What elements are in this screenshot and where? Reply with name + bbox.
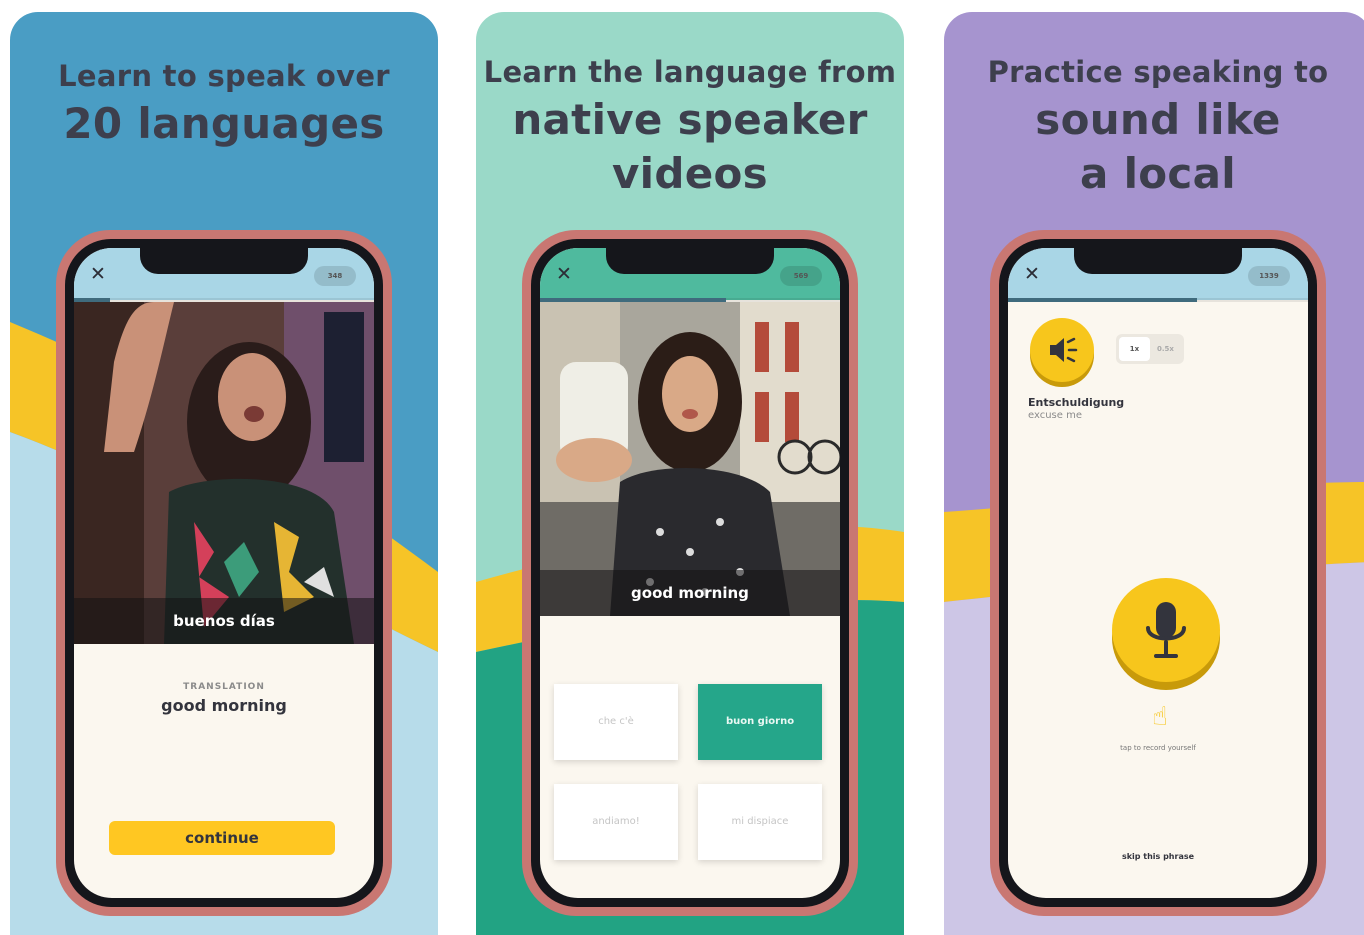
progress-fill [1008, 298, 1197, 302]
phone-notch [606, 248, 774, 274]
speaker-video-illustration [74, 302, 374, 644]
headline-line-3: a local [1080, 149, 1236, 198]
phone-frame: ✕ 348 buenos días TRANSLATION good morni… [56, 230, 392, 916]
playback-speed-toggle: 1x 0.5x [1116, 334, 1184, 364]
headline-line-1: Learn the language from [483, 55, 897, 89]
translation-block: TRANSLATION good morning [74, 682, 374, 715]
phrase-translation: excuse me [1028, 410, 1082, 421]
speed-slow-option[interactable]: 0.5x [1150, 337, 1181, 361]
answer-option-selected[interactable]: buon giorno [698, 684, 822, 760]
score-badge: 1339 [1248, 266, 1290, 286]
answer-option[interactable]: andiamo! [554, 784, 678, 860]
phone-screen: ✕ 348 buenos días TRANSLATION good morni… [74, 248, 374, 898]
score-badge: 348 [314, 266, 356, 286]
video-caption: good morning [540, 570, 840, 616]
phone-frame: ✕ 1339 1x 0.5x Entschuldigung excuse me [990, 230, 1326, 916]
progress-fill [540, 298, 726, 302]
speaker-icon [1050, 337, 1078, 363]
answer-option[interactable]: mi dispiace [698, 784, 822, 860]
headline-line-1: Learn to speak over [58, 59, 390, 93]
target-phrase: Entschuldigung [1028, 396, 1125, 409]
close-icon[interactable]: ✕ [556, 263, 572, 285]
lesson-progress-bar [1008, 298, 1308, 302]
microphone-icon [1146, 602, 1186, 658]
skip-phrase-link[interactable]: skip this phrase [1008, 852, 1308, 861]
record-hint: tap to record yourself [1120, 744, 1196, 752]
close-icon[interactable]: ✕ [90, 263, 106, 285]
video-frame[interactable]: buenos días [74, 302, 374, 644]
lesson-progress-bar [540, 298, 840, 302]
headline-line-1: Practice speaking to [987, 55, 1329, 89]
promo-panel-videos: Learn the language from native speaker v… [476, 12, 904, 935]
progress-fill [74, 298, 110, 302]
speaker-video-illustration [540, 302, 840, 616]
promo-panel-languages: Learn to speak over 20 languages ✕ 348 b… [10, 12, 438, 935]
answer-option[interactable]: che c'è [554, 684, 678, 760]
play-audio-button[interactable] [1030, 318, 1094, 382]
promo-panel-speaking: Practice speaking to sound like a local … [944, 12, 1364, 935]
headline-line-2: sound like [1035, 95, 1281, 144]
close-icon[interactable]: ✕ [1024, 263, 1040, 285]
phone-notch [1074, 248, 1242, 274]
translation-value: good morning [161, 696, 287, 715]
headline-line-2: 20 languages [63, 99, 385, 148]
phone-frame: ✕ 569 good morning che c'è buon giorno a… [522, 230, 858, 916]
headline-line-2: native speaker [512, 95, 868, 144]
record-button[interactable] [1112, 578, 1220, 682]
phone-notch [140, 248, 308, 274]
headline-line-3: videos [612, 149, 768, 198]
video-frame[interactable]: good morning [540, 302, 840, 616]
translation-label: TRANSLATION [183, 682, 265, 692]
phone-screen: ✕ 569 good morning che c'è buon giorno a… [540, 248, 840, 898]
pointing-hand-icon: ☝ [1152, 702, 1168, 732]
video-caption: buenos días [74, 598, 374, 644]
speed-normal-option[interactable]: 1x [1119, 337, 1150, 361]
lesson-progress-bar [74, 298, 374, 302]
continue-button[interactable]: continue [109, 821, 335, 855]
phone-screen: ✕ 1339 1x 0.5x Entschuldigung excuse me [1008, 248, 1308, 898]
score-badge: 569 [780, 266, 822, 286]
